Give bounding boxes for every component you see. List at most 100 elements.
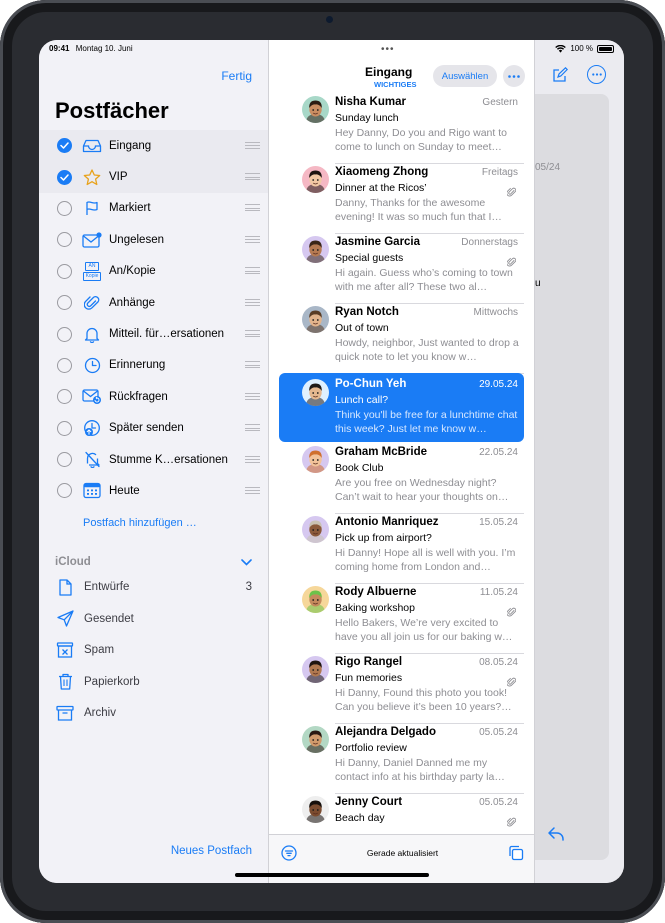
drag-handle[interactable] bbox=[245, 298, 260, 306]
message-subject: Baking workshop bbox=[335, 602, 415, 614]
ipad-frame: 09:41 Montag 10. Juni 100 % Fertig Postf… bbox=[0, 0, 665, 923]
checkbox-unchecked[interactable] bbox=[57, 263, 72, 279]
message-row[interactable]: Xiaomeng Zhong Freitags Dinner at the Rico… bbox=[279, 164, 524, 234]
message-row[interactable]: Antonio Manriquez 15.05.24 Pick up from ai… bbox=[279, 514, 524, 584]
select-button[interactable]: Auswählen bbox=[433, 65, 497, 87]
message-preview: Hello Bakers, We’re very excited to have… bbox=[335, 617, 513, 643]
drag-handle[interactable] bbox=[245, 455, 260, 463]
sender-name: Ryan Notch bbox=[335, 306, 399, 318]
mailbox-row-paperclip[interactable]: Anhänge bbox=[39, 287, 268, 318]
drag-handle[interactable] bbox=[245, 141, 260, 149]
wifi-icon bbox=[555, 44, 567, 53]
calendar-icon bbox=[81, 482, 103, 500]
mailbox-row-bell-slash[interactable]: Stumme K…ersationen bbox=[39, 444, 268, 475]
avatar-face bbox=[302, 516, 329, 543]
home-indicator[interactable] bbox=[235, 873, 429, 877]
checkmark-icon bbox=[60, 173, 69, 181]
avatar bbox=[302, 306, 329, 333]
new-mailbox-button[interactable]: Neues Postfach bbox=[171, 845, 252, 857]
icloud-section-header[interactable]: iCloud bbox=[55, 556, 252, 568]
mailbox-row-calendar[interactable]: Heute bbox=[39, 475, 268, 506]
clock-icon bbox=[81, 356, 103, 374]
message-row[interactable]: Ryan Notch Mittwochs Out of town Howdy, nei… bbox=[279, 304, 524, 374]
to-badge: AN bbox=[84, 261, 100, 271]
add-mailbox-link[interactable]: Postfach hinzufügen … bbox=[83, 517, 197, 529]
drag-handle[interactable] bbox=[245, 267, 260, 275]
message-row[interactable]: Alejandra Delgado 05.05.24 Portfolio revie… bbox=[279, 724, 524, 794]
mailbox-row-to-cc[interactable]: AN Kopie An/Kopie bbox=[39, 256, 268, 287]
more-button[interactable] bbox=[503, 65, 525, 87]
checkbox-unchecked[interactable] bbox=[57, 295, 72, 311]
message-date: Gestern bbox=[482, 97, 518, 108]
avatar bbox=[302, 726, 329, 753]
message-preview: Hi Danny, Found this photo you took! Can… bbox=[335, 687, 512, 713]
compose-icon[interactable] bbox=[552, 67, 568, 83]
checkbox-unchecked[interactable] bbox=[57, 452, 72, 468]
star-icon bbox=[81, 168, 103, 186]
drag-handle[interactable] bbox=[245, 424, 260, 432]
mailbox-row-unread-envelope[interactable]: Ungelesen bbox=[39, 224, 268, 255]
reply-icon[interactable] bbox=[547, 826, 565, 842]
mailbox-row-inbox[interactable]: Eingang bbox=[39, 130, 268, 162]
message-row[interactable]: Jasmine Garcia Donnerstags Special guests H… bbox=[279, 234, 524, 304]
avatar bbox=[302, 446, 329, 473]
message-subject: Special guests bbox=[335, 252, 404, 264]
message-row-selected[interactable]: Po-Chun Yeh 29.05.24 Lunch call? Think you'… bbox=[279, 373, 524, 442]
checkbox-unchecked[interactable] bbox=[57, 389, 72, 405]
mailbox-row-bell[interactable]: Mitteil. für…ersationen bbox=[39, 318, 268, 349]
mailbox-row-send-later[interactable]: Später senden bbox=[39, 413, 268, 444]
mailbox-row-flag[interactable]: Markiert bbox=[39, 193, 268, 224]
folder-label: Spam bbox=[84, 644, 115, 657]
avatar bbox=[302, 166, 329, 193]
checkbox-checked[interactable] bbox=[57, 138, 72, 154]
message-subject: Sunday lunch bbox=[335, 112, 399, 124]
chevron-down-icon[interactable] bbox=[241, 558, 252, 566]
checkbox-unchecked[interactable] bbox=[57, 232, 72, 248]
mailbox-row-clock[interactable]: Erinnerung bbox=[39, 350, 268, 381]
mailbox-subtitle[interactable]: WICHTIGES bbox=[374, 80, 417, 89]
folder-junk[interactable]: Spam bbox=[55, 640, 252, 660]
sender-name: Rody Albuerne bbox=[335, 586, 417, 598]
folder-document[interactable]: Entwürfe 3 bbox=[55, 577, 252, 597]
checkbox-unchecked[interactable] bbox=[57, 357, 72, 373]
folder-label: Papierkorb bbox=[84, 675, 140, 688]
drag-handle[interactable] bbox=[245, 486, 260, 494]
folder-trash[interactable]: Papierkorb bbox=[55, 672, 252, 692]
avatar bbox=[302, 379, 329, 406]
bell-icon bbox=[81, 325, 103, 343]
mailbox-row-follow-up-envelope[interactable]: Rückfragen bbox=[39, 381, 268, 412]
drag-handle[interactable] bbox=[245, 330, 260, 338]
message-row[interactable]: Graham McBride 22.05.24 Book Club Are you f… bbox=[279, 444, 524, 514]
paperclip-icon bbox=[506, 604, 517, 622]
multitasking-dots[interactable]: ••• bbox=[381, 44, 395, 55]
sender-name: Po-Chun Yeh bbox=[335, 378, 407, 390]
checkbox-unchecked[interactable] bbox=[57, 200, 72, 216]
ellipsis-icon bbox=[591, 73, 602, 76]
message-row[interactable]: Rigo Rangel 08.05.24 Fun memories Hi Danny,… bbox=[279, 654, 524, 724]
drag-handle[interactable] bbox=[245, 392, 260, 400]
checkbox-checked[interactable] bbox=[57, 169, 72, 185]
drag-handle[interactable] bbox=[245, 204, 260, 212]
done-button[interactable]: Fertig bbox=[221, 69, 252, 83]
message-row[interactable]: Nisha Kumar Gestern Sunday lunch Hey Danny,… bbox=[279, 94, 524, 164]
drag-handle[interactable] bbox=[245, 361, 260, 369]
drag-handle[interactable] bbox=[245, 235, 260, 243]
mailbox-row-star[interactable]: VIP bbox=[39, 161, 268, 193]
unread-envelope-icon bbox=[81, 231, 103, 249]
avatar-face bbox=[302, 726, 329, 753]
drag-handle[interactable] bbox=[245, 173, 260, 181]
message-preview: Are you free on Wednesday night? Can’t w… bbox=[335, 477, 509, 503]
folder-archive[interactable]: Archiv bbox=[55, 703, 252, 723]
checkbox-unchecked[interactable] bbox=[57, 483, 72, 499]
folder-label: Entwürfe bbox=[84, 581, 130, 593]
folder-label: Gesendet bbox=[84, 612, 134, 625]
folder-paperplane[interactable]: Gesendet bbox=[55, 609, 252, 629]
detail-more-button[interactable] bbox=[587, 65, 606, 84]
paperclip-icon bbox=[506, 184, 517, 202]
trash-icon bbox=[55, 673, 75, 691]
checkbox-unchecked[interactable] bbox=[57, 326, 72, 342]
message-row[interactable]: Rody Albuerne 11.05.24 Baking workshop Hell… bbox=[279, 584, 524, 654]
detail-body-fragment: u bbox=[535, 278, 541, 289]
stacked-windows-icon[interactable] bbox=[508, 845, 524, 861]
checkbox-unchecked[interactable] bbox=[57, 420, 72, 436]
